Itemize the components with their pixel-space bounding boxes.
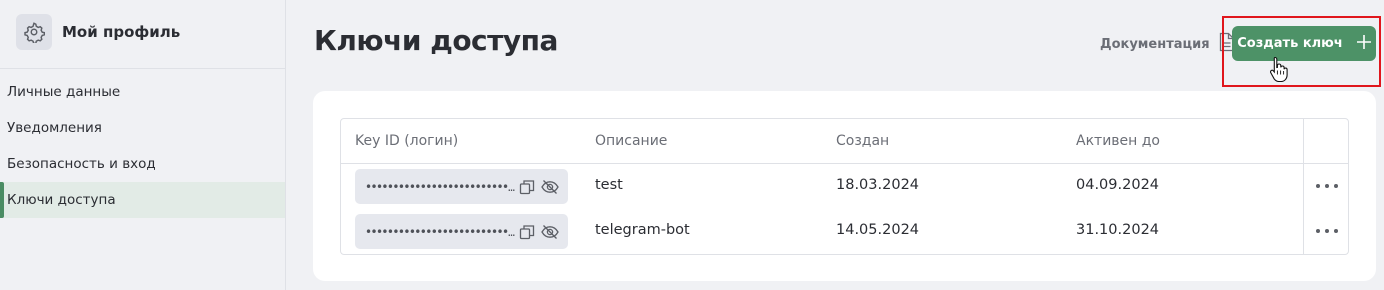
sidebar-item-personal-data[interactable]: Личные данные <box>0 74 285 110</box>
table-row: ••••••••••••••••••••••••••... telegram-b… <box>341 209 1348 254</box>
copy-icon[interactable] <box>519 179 535 199</box>
profile-header: Мой профиль <box>0 0 285 69</box>
description-cell: test <box>595 177 623 193</box>
more-options-icon[interactable] <box>1316 229 1338 235</box>
key-id-masked: ••••••••••••••••••••••••••... <box>365 179 515 194</box>
sidebar-item-label: Личные данные <box>7 84 121 100</box>
sidebar-item-label: Ключи доступа <box>7 192 116 208</box>
sidebar-item-label: Безопасность и вход <box>7 156 156 172</box>
active-until-cell: 04.09.2024 <box>1076 177 1160 193</box>
key-id-masked: ••••••••••••••••••••••••••... <box>365 224 515 239</box>
column-header-key-id: Key ID (логин) <box>355 133 459 149</box>
documentation-label: Документация <box>1100 36 1210 52</box>
copy-icon[interactable] <box>519 224 535 244</box>
sidebar-item-label: Уведомления <box>7 120 102 136</box>
column-header-active-until: Активен до <box>1076 133 1160 149</box>
sidebar-item-notifications[interactable]: Уведомления <box>0 110 285 146</box>
created-cell: 18.03.2024 <box>836 177 920 193</box>
more-options-icon[interactable] <box>1316 184 1338 190</box>
active-until-cell: 31.10.2024 <box>1076 222 1160 238</box>
highlight-frame <box>1222 16 1381 87</box>
table-row: ••••••••••••••••••••••••••... test 18.03… <box>341 164 1348 209</box>
description-cell: telegram-bot <box>595 222 690 238</box>
table-header: Key ID (логин) Описание Создан Активен д… <box>341 119 1348 164</box>
page-title: Ключи доступа <box>314 24 558 57</box>
key-id-field: ••••••••••••••••••••••••••... <box>355 169 568 204</box>
profile-title[interactable]: Мой профиль <box>62 23 180 41</box>
column-header-created: Создан <box>836 133 890 149</box>
eye-off-icon[interactable] <box>541 224 559 244</box>
keys-table: Key ID (логин) Описание Создан Активен д… <box>340 118 1349 255</box>
gear-icon[interactable] <box>16 14 52 50</box>
sidebar-item-access-keys[interactable]: Ключи доступа <box>0 182 285 218</box>
sidebar: Мой профиль Личные данные Уведомления Бе… <box>0 0 286 290</box>
sidebar-item-security[interactable]: Безопасность и вход <box>0 146 285 182</box>
documentation-link[interactable]: Документация <box>1100 32 1235 55</box>
column-header-description: Описание <box>595 133 668 149</box>
hand-pointer-icon <box>1269 56 1289 86</box>
eye-off-icon[interactable] <box>541 179 559 199</box>
key-id-field: ••••••••••••••••••••••••••... <box>355 214 568 249</box>
created-cell: 14.05.2024 <box>836 222 920 238</box>
